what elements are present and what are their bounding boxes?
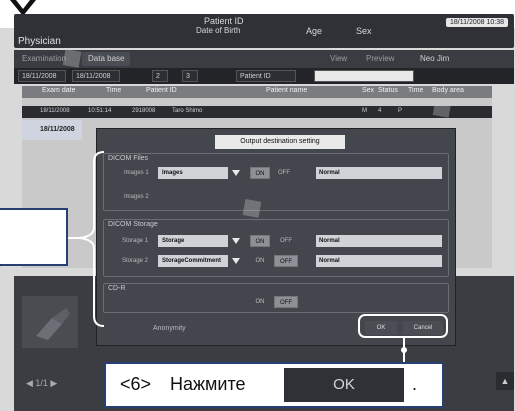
ok-button-illustration: OK xyxy=(284,368,404,402)
left-callout-text: . xyxy=(0,254,2,269)
app-window: Patient ID Date of Birth Age Sex Physici… xyxy=(0,0,515,411)
step-number: <6> xyxy=(120,374,152,394)
instruction-callout: <6> Нажмите OK . xyxy=(104,362,444,408)
instruction-verb: Нажмите xyxy=(170,374,246,394)
instruction-period: . xyxy=(412,374,418,394)
left-callout-box: . xyxy=(0,208,68,269)
